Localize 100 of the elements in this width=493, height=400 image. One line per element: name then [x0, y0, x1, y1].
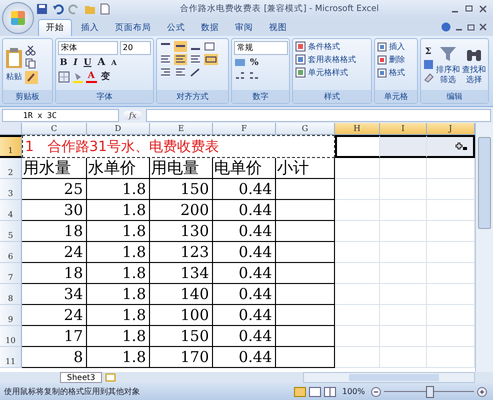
row-header[interactable]: 8: [0, 284, 22, 305]
row-header[interactable]: 3: [0, 179, 22, 200]
column-header[interactable]: H: [335, 123, 380, 135]
align-icon[interactable]: [188, 54, 202, 65]
align-icon[interactable]: [158, 54, 172, 65]
format-button[interactable]: U: [82, 58, 94, 68]
page-layout-icon[interactable]: [309, 386, 322, 396]
new-sheet-icon[interactable]: [105, 373, 118, 382]
group-label: 字体: [56, 90, 153, 103]
cells-button[interactable]: 删除: [389, 54, 406, 65]
scissors-icon[interactable]: [25, 45, 36, 56]
funnel-icon[interactable]: [439, 44, 457, 62]
row-header[interactable]: 5: [0, 221, 22, 242]
font-size-field[interactable]: 20: [120, 41, 151, 55]
selected-cell[interactable]: [380, 135, 427, 158]
row-header[interactable]: 9: [0, 305, 22, 326]
column-header[interactable]: G: [276, 123, 335, 135]
column-heading: 用电量: [150, 158, 213, 179]
table-cell: 0.44: [213, 326, 276, 347]
row-header[interactable]: 11: [0, 347, 22, 368]
ribbon-tab[interactable]: 开始: [38, 19, 72, 36]
restore-icon[interactable]: [467, 23, 475, 31]
grow-font-button[interactable]: A: [95, 57, 108, 68]
font-family-field[interactable]: 宋体: [58, 41, 118, 55]
empty-cell: [380, 158, 427, 179]
paste-button[interactable]: 粘贴: [6, 71, 22, 82]
selected-cell[interactable]: [427, 135, 475, 158]
copy-icon[interactable]: [25, 58, 36, 69]
row-header[interactable]: 4: [0, 200, 22, 221]
formula-field[interactable]: [146, 108, 491, 122]
style-button[interactable]: 条件格式: [308, 41, 340, 52]
number-format-field[interactable]: 常规: [234, 41, 288, 55]
page-icon[interactable]: [100, 3, 110, 15]
save-icon[interactable]: [36, 3, 48, 15]
column-header[interactable]: E: [150, 123, 213, 135]
cells-button[interactable]: 格式: [389, 67, 406, 78]
column-header[interactable]: D: [87, 123, 150, 135]
style-icon: [295, 67, 306, 78]
table-cell: 0.44: [213, 284, 276, 305]
sort-filter-button[interactable]: 排序和 筛选: [436, 64, 460, 84]
table-cell: 1.8: [87, 263, 150, 284]
indent-icon[interactable]: [174, 67, 187, 78]
find-select-button[interactable]: 查找和 选择: [462, 64, 486, 84]
format-button[interactable]: I: [71, 58, 80, 68]
zoom-out-icon[interactable]: [371, 386, 381, 396]
clipboard-icon[interactable]: [5, 47, 23, 69]
vertical-scrollbar[interactable]: [475, 123, 493, 372]
row-header[interactable]: 2: [0, 158, 22, 179]
name-box[interactable]: 1R x 3C: [2, 108, 119, 122]
empty-cell: [380, 284, 427, 305]
table-cell: 0.44: [213, 305, 276, 326]
ribbon-tab[interactable]: 视图: [262, 20, 294, 36]
table-cell: 150: [150, 179, 213, 200]
ribbon-tab[interactable]: 公式: [160, 20, 192, 36]
fill-color-icon[interactable]: [72, 70, 84, 82]
table-cell: 134: [150, 263, 213, 284]
style-button[interactable]: 单元格样式: [308, 67, 348, 78]
ribbon-tab[interactable]: 数据: [194, 20, 226, 36]
undo-icon[interactable]: [52, 3, 64, 15]
insert-function-button[interactable]: fx: [123, 110, 142, 120]
group-label: 剪贴板: [3, 90, 52, 103]
row-header[interactable]: 7: [0, 263, 22, 284]
close-icon[interactable]: [479, 23, 487, 31]
eraser-icon[interactable]: [423, 72, 434, 82]
ribbon-tab[interactable]: 审阅: [228, 20, 260, 36]
table-cell: 0.44: [213, 263, 276, 284]
group-label: 单元格: [375, 90, 417, 103]
empty-cell: [276, 263, 335, 284]
horizontal-scrollbar[interactable]: [303, 372, 475, 383]
border-icon[interactable]: [58, 70, 70, 82]
zoom-in-icon[interactable]: [477, 386, 487, 396]
table-cell: 0.44: [213, 179, 276, 200]
autosum-button[interactable]: Σ: [423, 46, 434, 56]
format-button[interactable]: B: [58, 58, 70, 68]
close-icon[interactable]: [479, 5, 487, 13]
column-header[interactable]: I: [380, 123, 427, 135]
page-break-icon[interactable]: [324, 386, 336, 396]
percent-button[interactable]: %: [248, 58, 261, 68]
help-icon[interactable]: [441, 22, 451, 32]
ribbon-tab[interactable]: 插入: [74, 20, 106, 36]
merge-icon[interactable]: [204, 54, 218, 65]
ribbon-tab[interactable]: 页面布局: [108, 20, 158, 36]
sheet-tab[interactable]: Sheet3: [60, 372, 102, 383]
style-button[interactable]: 套用表格格式: [308, 54, 356, 65]
align-icon[interactable]: [174, 54, 187, 65]
column-header[interactable]: F: [213, 123, 276, 135]
column-heading: 电单价: [213, 158, 276, 179]
cells-button[interactable]: 插入: [389, 41, 406, 52]
phonetic-button[interactable]: 变: [98, 70, 112, 83]
column-header[interactable]: C: [22, 123, 87, 135]
row-header[interactable]: 6: [0, 242, 22, 263]
zoom-slider[interactable]: [426, 386, 434, 398]
indent-icon[interactable]: [158, 67, 172, 78]
table-cell: 0.44: [213, 200, 276, 221]
zoom-level[interactable]: 100%: [339, 387, 368, 396]
row-header[interactable]: 1: [0, 135, 22, 158]
column-header[interactable]: J: [427, 123, 475, 135]
font-color-button[interactable]: A: [86, 70, 97, 82]
maximize-icon[interactable]: [465, 5, 473, 13]
row-header[interactable]: 10: [0, 326, 22, 347]
